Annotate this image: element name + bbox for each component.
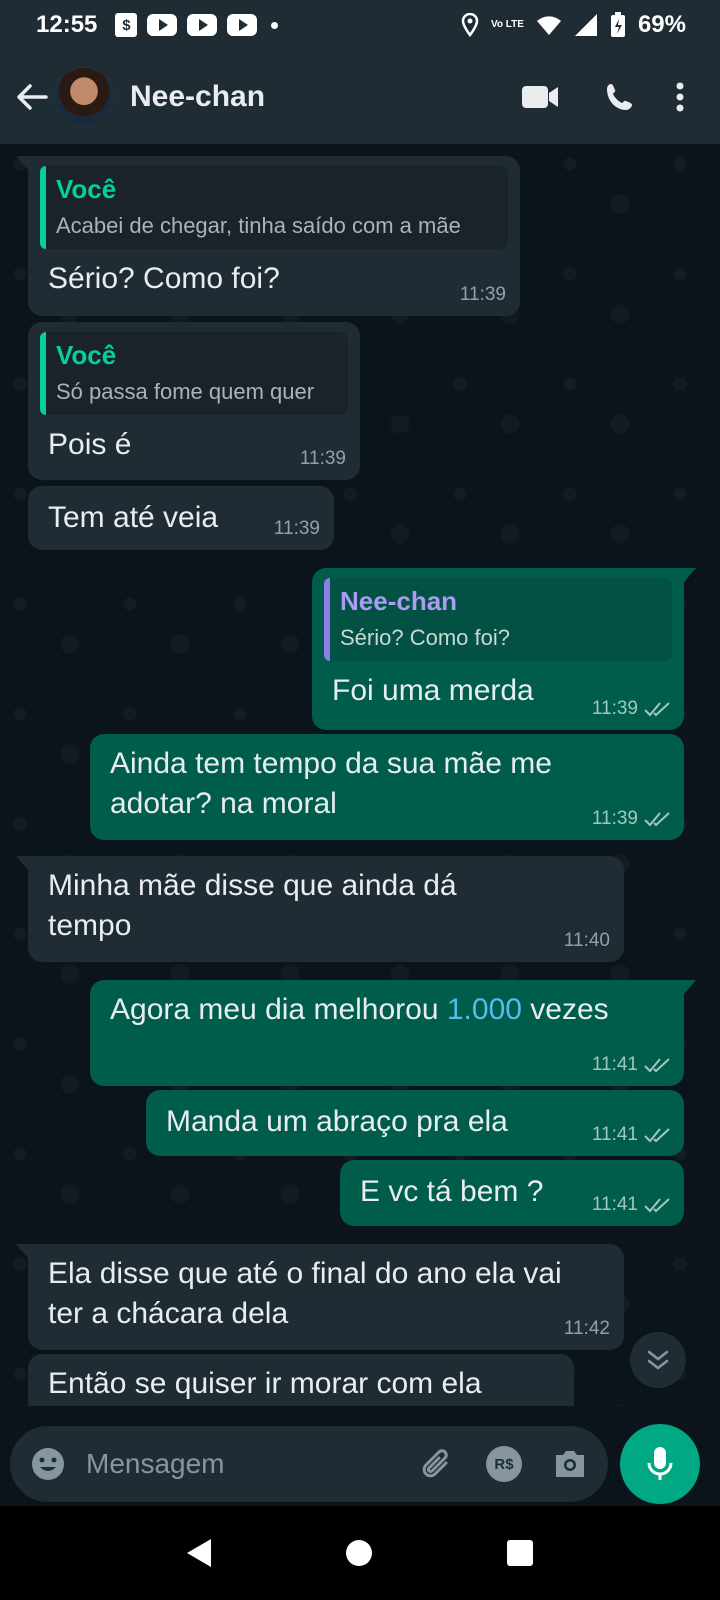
quote-author: Nee-chan bbox=[340, 586, 458, 616]
voice-message-button[interactable] bbox=[620, 1424, 700, 1504]
message-outgoing[interactable]: Nee-chan Sério? Como foi? Foi uma merda … bbox=[312, 568, 696, 730]
message-incoming[interactable]: Tem até veia 11:39 bbox=[28, 486, 334, 550]
message-outgoing[interactable]: E vc tá bem ? 11:41 bbox=[340, 1160, 684, 1226]
back-arrow-icon[interactable] bbox=[12, 77, 52, 117]
composer: Mensagem R$ bbox=[0, 1406, 720, 1506]
avatar[interactable] bbox=[54, 67, 114, 127]
wifi-icon bbox=[536, 16, 561, 35]
quote-text: Acabei de chegar, tinha saído com a mãe bbox=[56, 213, 461, 238]
voice-call-button[interactable] bbox=[580, 67, 660, 127]
message-incoming[interactable]: Então se quiser ir morar com ela bbox=[28, 1354, 574, 1406]
emoji-icon[interactable] bbox=[30, 1446, 66, 1482]
message-time: 11:41 bbox=[591, 1194, 638, 1215]
status-time: 12:55 bbox=[36, 11, 98, 38]
double-check-icon bbox=[644, 1198, 670, 1213]
quoted-message[interactable]: Você Acabei de chegar, tinha saído com a… bbox=[40, 166, 508, 249]
message-text: Ainda tem tempo da sua mãe me adotar? na… bbox=[110, 747, 552, 820]
more-options-button[interactable] bbox=[660, 67, 700, 127]
message-time: 11:41 bbox=[591, 1124, 638, 1145]
message-time: 11:39 bbox=[273, 518, 320, 539]
double-check-icon bbox=[644, 1058, 670, 1073]
message-text-part: vezes bbox=[521, 993, 609, 1026]
double-check-icon bbox=[644, 1128, 670, 1143]
number-link[interactable]: 1.000 bbox=[447, 993, 522, 1026]
message-time: 11:42 bbox=[563, 1318, 610, 1339]
message-time: 11:40 bbox=[563, 930, 610, 951]
location-icon bbox=[461, 13, 479, 37]
battery-icon bbox=[610, 12, 625, 37]
camera-icon[interactable] bbox=[552, 1448, 588, 1480]
shopping-bag-icon: $ bbox=[115, 13, 138, 37]
message-outgoing[interactable]: Ainda tem tempo da sua mãe me adotar? na… bbox=[90, 734, 684, 840]
notification-icons: $ bbox=[115, 13, 279, 37]
message-outgoing[interactable]: Manda um abraço pra ela 11:41 bbox=[146, 1090, 684, 1156]
voice-call-icon bbox=[607, 84, 632, 110]
double-check-icon bbox=[644, 812, 670, 827]
more-notifications-dot-icon bbox=[271, 21, 279, 29]
message-text: Sério? Como foi? bbox=[48, 262, 280, 295]
battery-percentage: 69% bbox=[637, 11, 686, 38]
quote-text: Só passa fome quem quer bbox=[56, 379, 315, 404]
quoted-message[interactable]: Você Só passa fome quem quer bbox=[40, 332, 348, 415]
message-text: Então se quiser ir morar com ela bbox=[48, 1367, 482, 1400]
message-time: 11:39 bbox=[591, 808, 638, 829]
attach-icon[interactable] bbox=[420, 1446, 456, 1482]
message-incoming[interactable]: Minha mãe disse que ainda dá tempo 11:40 bbox=[16, 856, 624, 962]
quote-text: Sério? Como foi? bbox=[340, 625, 510, 650]
message-time: 11:41 bbox=[591, 1054, 638, 1075]
chat-header: Nee-chan bbox=[0, 50, 720, 144]
message-input-placeholder: Mensagem bbox=[86, 1448, 225, 1479]
message-outgoing[interactable]: Agora meu dia melhorou 1.000 vezes 11:41 bbox=[90, 980, 696, 1086]
chevron-double-down-icon bbox=[647, 1350, 669, 1370]
quoted-message[interactable]: Nee-chan Sério? Como foi? bbox=[324, 578, 672, 661]
nav-home-icon[interactable] bbox=[345, 1540, 372, 1566]
signal-icon bbox=[574, 14, 597, 36]
mic-icon bbox=[647, 1447, 673, 1480]
youtube-icon bbox=[227, 14, 258, 36]
message-text-part: Agora meu dia melhorou bbox=[110, 993, 447, 1026]
system-navigation-bar bbox=[0, 1506, 720, 1600]
message-time: 11:39 bbox=[299, 448, 346, 469]
youtube-icon bbox=[187, 14, 218, 36]
message-incoming[interactable]: Você Acabei de chegar, tinha saído com a… bbox=[16, 156, 520, 316]
nav-back-icon[interactable] bbox=[187, 1539, 212, 1567]
quote-author: Você bbox=[56, 340, 117, 370]
video-call-icon bbox=[522, 86, 558, 108]
more-options-icon bbox=[676, 82, 684, 112]
quote-author: Você bbox=[56, 174, 117, 204]
message-incoming[interactable]: Você Só passa fome quem quer Pois é 11:3… bbox=[28, 322, 360, 480]
message-text: Minha mãe disse que ainda dá tempo bbox=[48, 869, 457, 942]
message-time: 11:39 bbox=[591, 698, 638, 719]
payment-icon[interactable]: R$ bbox=[486, 1446, 522, 1482]
message-time: 11:39 bbox=[459, 284, 506, 305]
scroll-to-bottom-button[interactable] bbox=[630, 1332, 686, 1388]
message-text: Agora meu dia melhorou 1.000 vezes bbox=[102, 990, 672, 1030]
status-bar: 12:55 $ Vo LTE 69% bbox=[0, 0, 720, 50]
message-list[interactable]: Você Acabei de chegar, tinha saído com a… bbox=[0, 144, 720, 1406]
message-text: Ela disse que até o final do ano ela vai… bbox=[48, 1257, 562, 1330]
nav-recents-icon[interactable] bbox=[506, 1540, 533, 1566]
youtube-icon bbox=[147, 14, 178, 36]
video-call-button[interactable] bbox=[500, 67, 580, 127]
message-incoming[interactable]: Ela disse que até o final do ano ela vai… bbox=[16, 1244, 624, 1350]
contact-name[interactable]: Nee-chan bbox=[130, 80, 265, 114]
double-check-icon bbox=[644, 702, 670, 717]
volte-icon: Vo LTE bbox=[490, 19, 524, 30]
message-input[interactable]: Mensagem R$ bbox=[10, 1426, 608, 1502]
